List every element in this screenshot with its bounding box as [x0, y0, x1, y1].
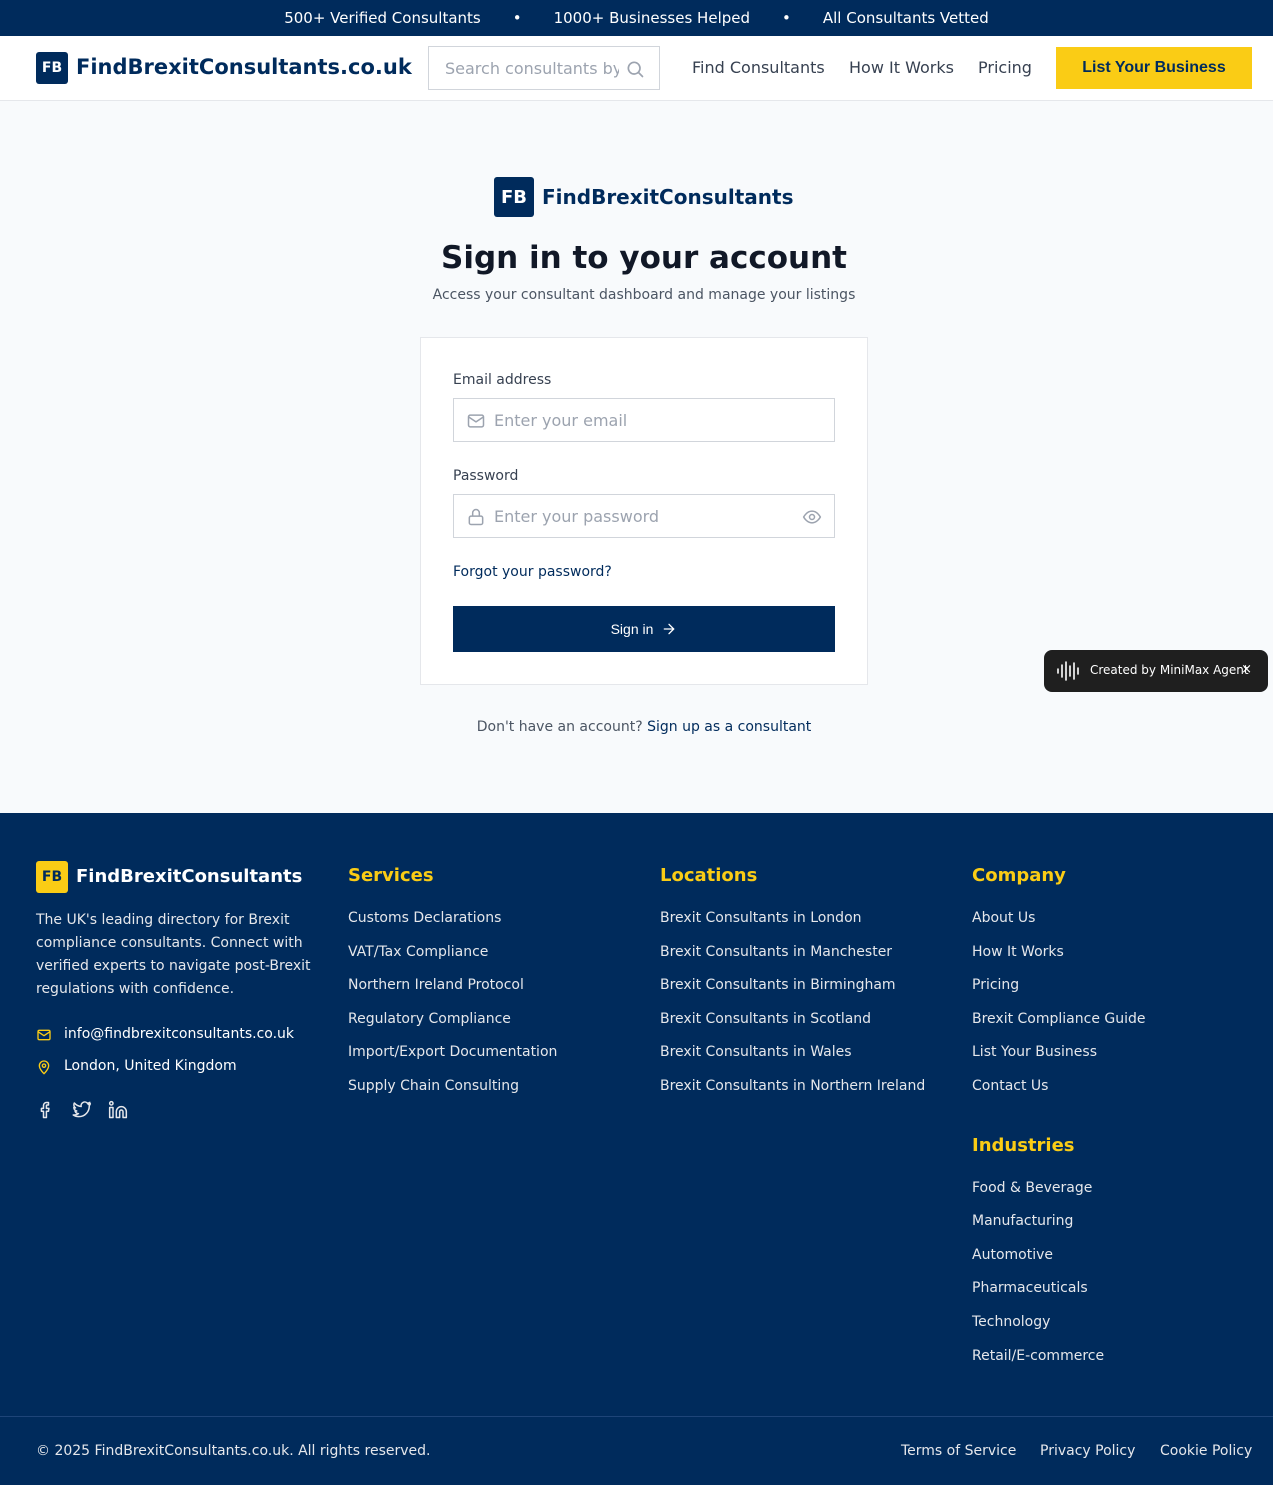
arrow-right-icon	[664, 623, 675, 635]
footer-brand: FindBrexitConsultants	[76, 866, 303, 887]
minimax-badge[interactable]: Created by MiniMax Agent ×	[1044, 650, 1268, 692]
top-banner: 500+ Verified Consultants • 1000+ Busine…	[0, 0, 1273, 36]
footer-link-retail[interactable]: Retail/E-commerce	[972, 1348, 1104, 1364]
footer-link-wales[interactable]: Brexit Consultants in Wales	[660, 1044, 852, 1060]
footer-link-list-business[interactable]: List Your Business	[972, 1044, 1097, 1060]
signup-prompt: Don't have an account? Sign up as a cons…	[0, 719, 1273, 735]
footer-link-pharma[interactable]: Pharmaceuticals	[972, 1280, 1088, 1296]
footer-link-supply-chain[interactable]: Supply Chain Consulting	[348, 1078, 519, 1094]
linkedin-icon[interactable]	[108, 1100, 128, 1120]
footer-location-text: London, United Kingdom	[64, 1058, 237, 1074]
signin-card: Email address Password Forgot your passw…	[420, 337, 868, 685]
footer-link-northern-ireland[interactable]: Brexit Consultants in Northern Ireland	[660, 1078, 925, 1094]
logo-text[interactable]: FindBrexitConsultants.co.uk	[76, 55, 412, 79]
minimax-text: Created by MiniMax Agent	[1090, 663, 1249, 677]
site-footer: FB FindBrexitConsultants The UK's leadin…	[0, 813, 1273, 1485]
footer-link-customs[interactable]: Customs Declarations	[348, 910, 501, 926]
nav-find-consultants[interactable]: Find Consultants	[692, 58, 825, 77]
banner-item-businesses: 1000+ Businesses Helped	[553, 9, 751, 27]
signin-button-label: Sign in	[610, 621, 654, 637]
footer-link-manchester[interactable]: Brexit Consultants in Manchester	[660, 944, 892, 960]
copyright: © 2025 FindBrexitConsultants.co.uk. All …	[36, 1443, 431, 1459]
footer-link-birmingham[interactable]: Brexit Consultants in Birmingham	[660, 977, 896, 993]
password-field[interactable]	[494, 495, 794, 537]
banner-separator: •	[512, 9, 522, 27]
footer-services-heading: Services	[348, 865, 434, 886]
footer-link-regulatory[interactable]: Regulatory Compliance	[348, 1011, 511, 1027]
facebook-icon[interactable]	[36, 1100, 56, 1120]
password-label: Password	[453, 468, 519, 484]
footer-locations-heading: Locations	[660, 865, 758, 886]
password-field-wrapper	[453, 494, 835, 538]
brand-badge: FB	[494, 177, 534, 217]
close-icon[interactable]: ×	[1241, 662, 1252, 677]
map-pin-icon	[38, 1060, 50, 1075]
banner-item-vetted: All Consultants Vetted	[822, 9, 989, 27]
email-field[interactable]	[494, 399, 794, 441]
footer-link-scotland[interactable]: Brexit Consultants in Scotland	[660, 1011, 871, 1027]
footer-link-food[interactable]: Food & Beverage	[972, 1180, 1092, 1196]
logo-badge[interactable]: FB	[36, 52, 68, 84]
footer-link-guide[interactable]: Brexit Compliance Guide	[972, 1011, 1146, 1027]
mail-icon	[37, 1029, 51, 1041]
brand-name: FindBrexitConsultants	[542, 185, 794, 209]
footer-link-vat[interactable]: VAT/Tax Compliance	[348, 944, 488, 960]
footer-link-london[interactable]: Brexit Consultants in London	[660, 910, 862, 926]
email-field-wrapper	[453, 398, 835, 442]
eye-icon[interactable]	[802, 507, 822, 527]
twitter-icon[interactable]	[72, 1100, 92, 1120]
mail-icon	[467, 414, 485, 428]
footer-company-heading: Company	[972, 865, 1066, 886]
list-business-button[interactable]: List Your Business	[1056, 47, 1252, 89]
footer-link-manufacturing[interactable]: Manufacturing	[972, 1213, 1073, 1229]
signin-button[interactable]: Sign in	[453, 606, 835, 652]
forgot-password-link[interactable]: Forgot your password?	[453, 564, 612, 580]
signup-prompt-text: Don't have an account?	[476, 719, 643, 735]
footer-link-terms[interactable]: Terms of Service	[901, 1443, 1016, 1459]
footer-email-text[interactable]: info@findbrexitconsultants.co.uk	[64, 1026, 294, 1042]
footer-industries-heading: Industries	[972, 1135, 1075, 1156]
search-box	[428, 46, 660, 90]
search-input[interactable]	[429, 47, 619, 89]
footer-divider	[0, 1416, 1273, 1417]
search-icon[interactable]	[625, 59, 645, 79]
nav-how-it-works[interactable]: How It Works	[849, 58, 954, 77]
footer-link-technology[interactable]: Technology	[972, 1314, 1050, 1330]
page-subtitle: Access your consultant dashboard and man…	[432, 287, 856, 303]
footer-link-cookies[interactable]: Cookie Policy	[1160, 1443, 1252, 1459]
banner-item-consultants: 500+ Verified Consultants	[284, 9, 481, 27]
signup-link[interactable]: Sign up as a consultant	[647, 719, 811, 735]
soundwave-icon	[1057, 661, 1079, 681]
footer-link-automotive[interactable]: Automotive	[972, 1247, 1053, 1263]
footer-link-about[interactable]: About Us	[972, 910, 1035, 926]
site-header: FB FindBrexitConsultants.co.uk Find Cons…	[0, 36, 1273, 101]
footer-link-contact[interactable]: Contact Us	[972, 1078, 1048, 1094]
footer-link-ni-protocol[interactable]: Northern Ireland Protocol	[348, 977, 524, 993]
lock-icon	[468, 508, 484, 526]
email-label: Email address	[453, 372, 552, 388]
footer-link-how-it-works[interactable]: How It Works	[972, 944, 1064, 960]
page-title: Sign in to your account	[441, 240, 847, 276]
banner-separator: •	[782, 9, 791, 27]
footer-logo-badge: FB	[36, 861, 68, 893]
footer-link-privacy[interactable]: Privacy Policy	[1040, 1443, 1135, 1459]
footer-description: The UK's leading directory for Brexit co…	[36, 912, 311, 997]
nav-pricing[interactable]: Pricing	[978, 58, 1032, 77]
footer-link-pricing[interactable]: Pricing	[972, 977, 1019, 993]
footer-link-import-export[interactable]: Import/Export Documentation	[348, 1044, 557, 1060]
